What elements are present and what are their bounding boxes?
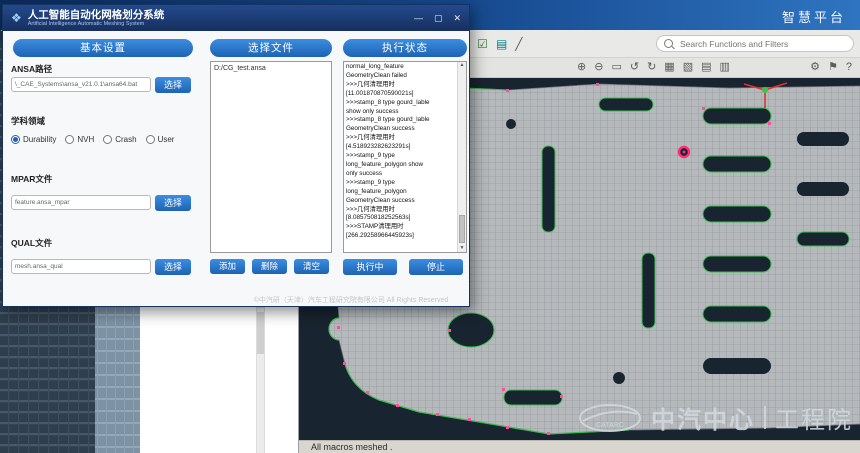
search-icon xyxy=(664,39,673,48)
qual-browse-button[interactable]: 选择 xyxy=(155,259,191,275)
radio-nvh[interactable]: NVH xyxy=(65,135,94,144)
log-line: >>>几何清理用时 xyxy=(346,81,455,90)
log-scrollbar-thumb[interactable] xyxy=(459,215,465,243)
maximize-button[interactable]: ▢ xyxy=(434,13,443,24)
platform-title: 智慧平台 xyxy=(782,7,846,26)
log-line: GeometryClean success xyxy=(346,197,455,206)
radio-user[interactable]: User xyxy=(146,135,175,144)
mpar-label: MPAR文件 xyxy=(11,173,52,185)
zoom-out-icon[interactable]: ⊖ xyxy=(594,62,603,73)
check-apply-icon[interactable]: ☑ xyxy=(477,38,488,50)
log-line: >>>几何清理用时 xyxy=(346,206,455,215)
slash-pencil-icon[interactable]: ╱ xyxy=(515,38,522,50)
log-line: >>>stamp_8 type gourd_lable xyxy=(346,116,455,125)
file-list[interactable]: D:/CG_test.ansa xyxy=(210,61,332,253)
page-scrollbar-thumb[interactable] xyxy=(257,312,264,354)
dialog-titlebar[interactable]: ❖ 人工智能自动化网格划分系统 Artificial Intelligence … xyxy=(3,5,469,31)
clear-button[interactable]: 清空 xyxy=(294,259,329,274)
ansa-path-browse-button[interactable]: 选择 xyxy=(155,77,191,93)
log-line: long_feature_polygon xyxy=(346,188,455,197)
mesh-grid-icon[interactable]: ▦ xyxy=(664,62,674,73)
stop-button[interactable]: 停止 xyxy=(409,259,463,275)
dialog-body: 基本设置 选择文件 执行状态 ANSA路径 选择 学科领域 Durability… xyxy=(3,31,469,308)
execution-log: normal_long_featureGeometryClean failed>… xyxy=(343,61,467,253)
radio-crash[interactable]: Crash xyxy=(103,135,136,144)
add-button[interactable]: 添加 xyxy=(210,259,245,274)
ansa-path-input[interactable] xyxy=(11,77,151,92)
log-line: only success xyxy=(346,170,455,179)
qual-label: QUAL文件 xyxy=(11,237,52,249)
ansa-path-label: ANSA路径 xyxy=(11,63,52,75)
minimize-button[interactable]: — xyxy=(414,13,423,24)
running-button[interactable]: 执行中 xyxy=(343,259,397,275)
log-line: >>>stamp_9 type xyxy=(346,179,455,188)
zoom-in-icon[interactable]: ⊕ xyxy=(577,62,586,73)
app-logo-icon: ❖ xyxy=(11,12,22,24)
rotate-left-icon[interactable]: ↺ xyxy=(630,62,639,73)
log-line: >>>stamp_9 type xyxy=(346,152,455,161)
copyright-footer: ©中汽研（天津）汽车工程研究院有限公司 All Rights Reserved xyxy=(233,295,469,305)
meshing-dialog: ❖ 人工智能自动化网格划分系统 Artificial Intelligence … xyxy=(2,4,470,307)
catarc-logo-text: CATARC xyxy=(596,422,624,429)
selected-hole-marker xyxy=(679,147,689,157)
radio-nvh-icon[interactable] xyxy=(65,135,74,144)
log-line: [4.518923282623291s] xyxy=(346,143,455,152)
log-line: [8.085750818252563s] xyxy=(346,214,455,223)
status-text: All macros meshed . xyxy=(311,442,393,452)
screen: 智慧平台 xyxy=(0,0,860,453)
zoom-fit-icon[interactable]: ▭ xyxy=(611,62,621,73)
log-line: >>>几何清理用时 xyxy=(346,134,455,143)
catarc-logo-icon: CATARC xyxy=(578,403,642,433)
radio-durability[interactable]: Durability xyxy=(11,135,56,144)
radio-durability-icon[interactable] xyxy=(11,135,20,144)
section-basic-settings: 基本设置 xyxy=(13,39,193,57)
log-line: >>>stamp_8 type gourd_lable xyxy=(346,99,455,108)
log-line: show only success xyxy=(346,108,455,117)
log-scrollbar[interactable]: ▲ ▼ xyxy=(457,62,466,252)
scroll-up-icon[interactable]: ▲ xyxy=(458,62,466,69)
log-line: [11.001870870590021s] xyxy=(346,90,455,99)
delete-button[interactable]: 删除 xyxy=(252,259,287,274)
section-select-files: 选择文件 xyxy=(210,39,332,57)
log-line: normal_long_feature xyxy=(346,63,455,72)
help-icon[interactable]: ? xyxy=(846,62,852,73)
domain-label: 学科领域 xyxy=(11,115,45,127)
domain-radio-group: Durability NVH Crash User xyxy=(11,135,174,144)
function-search[interactable] xyxy=(656,35,854,52)
qual-input[interactable] xyxy=(11,259,151,274)
dialog-subtitle: Artificial Intelligence Automatic Meshin… xyxy=(28,21,165,27)
status-bar: All macros meshed . xyxy=(299,440,860,453)
dialog-title: 人工智能自动化网格划分系统 xyxy=(28,10,165,21)
search-input[interactable] xyxy=(678,38,846,50)
hidden-line-icon[interactable]: ▥ xyxy=(720,62,730,73)
settings-gear-icon[interactable]: ⚙ xyxy=(810,62,820,73)
layers-icon[interactable]: ▤ xyxy=(496,38,507,50)
wire-icon[interactable]: ▤ xyxy=(701,62,711,73)
mpar-browse-button[interactable]: 选择 xyxy=(155,195,191,211)
radio-crash-icon[interactable] xyxy=(103,135,112,144)
watermark-divider xyxy=(764,406,766,429)
watermark: CATARC 中汽中心 工程院 xyxy=(578,400,853,435)
log-line: [266.29258966445923s] xyxy=(346,232,455,241)
file-list-item[interactable]: D:/CG_test.ansa xyxy=(214,64,328,73)
log-line: GeometryClean success xyxy=(346,125,455,134)
shade-icon[interactable]: ▧ xyxy=(683,62,693,73)
flag-icon[interactable]: ⚑ xyxy=(828,62,838,73)
log-line: >>>STAMP清理用时 xyxy=(346,223,455,232)
log-content: normal_long_featureGeometryClean failed>… xyxy=(346,63,455,251)
rotate-right-icon[interactable]: ↻ xyxy=(647,62,656,73)
radio-user-icon[interactable] xyxy=(146,135,155,144)
close-button[interactable]: ✕ xyxy=(453,13,461,24)
watermark-cn: 中汽中心 xyxy=(651,400,755,435)
watermark-org: 工程院 xyxy=(775,400,853,435)
log-line: GeometryClean failed xyxy=(346,72,455,81)
log-line: long_feature_polygon show xyxy=(346,161,455,170)
mpar-input[interactable] xyxy=(11,195,151,210)
scroll-down-icon[interactable]: ▼ xyxy=(458,245,466,252)
section-exec-status: 执行状态 xyxy=(343,39,467,57)
page-scrollbar[interactable] xyxy=(256,307,265,453)
